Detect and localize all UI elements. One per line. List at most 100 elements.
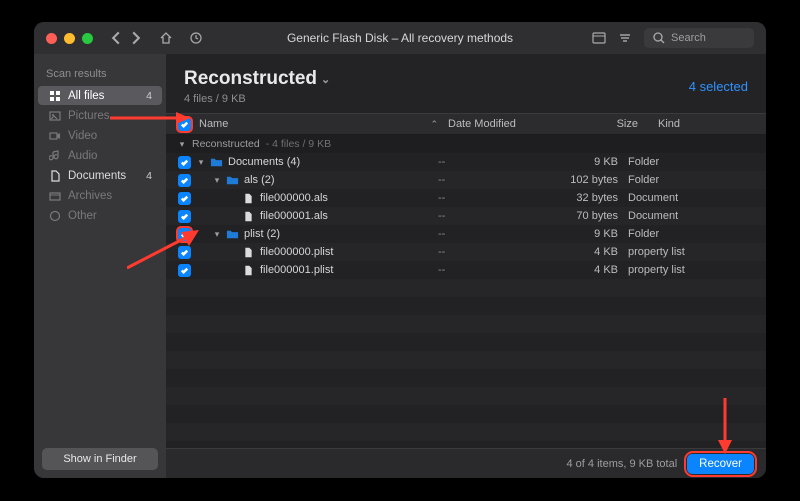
filter-icon[interactable] <box>618 31 632 45</box>
row-kind: property list <box>618 264 754 276</box>
page-title[interactable]: Reconstructed ⌄ <box>184 68 330 90</box>
file-icon <box>242 210 255 223</box>
window-title: Generic Flash Disk – All recovery method… <box>287 31 513 45</box>
app-window: Generic Flash Disk – All recovery method… <box>34 22 766 478</box>
search-placeholder: Search <box>671 32 706 44</box>
table-row[interactable]: ▾Documents (4)--9 KBFolder <box>166 153 766 171</box>
sidebar: Scan results All files 4 Pictures Video Audi… <box>34 54 166 478</box>
row-size: 4 KB <box>538 264 618 276</box>
sidebar-item-label: Other <box>68 210 97 222</box>
empty-row <box>166 405 766 423</box>
search-field[interactable]: Search <box>644 28 754 48</box>
col-name[interactable]: Name <box>199 118 228 130</box>
sidebar-item-count: 4 <box>146 170 152 182</box>
nav-forward-icon[interactable] <box>129 31 143 45</box>
row-name: als (2) <box>244 174 275 186</box>
sidebar-item-label: All files <box>68 90 104 102</box>
sidebar-item-archives[interactable]: Archives <box>38 186 162 205</box>
zoom-window[interactable] <box>82 33 93 44</box>
status-text: 4 of 4 items, 9 KB total <box>567 458 678 470</box>
row-date: -- <box>438 174 538 186</box>
disclosure-icon[interactable]: ▾ <box>197 157 205 168</box>
sidebar-item-label: Video <box>68 130 97 142</box>
folder-icon <box>226 228 239 241</box>
row-date: -- <box>438 156 538 168</box>
grid-icon <box>48 89 61 102</box>
row-size: 32 bytes <box>538 192 618 204</box>
row-date: -- <box>438 228 538 240</box>
folder-icon <box>226 174 239 187</box>
sidebar-item-label: Audio <box>68 150 97 162</box>
row-kind: property list <box>618 246 754 258</box>
row-kind: Folder <box>618 174 754 186</box>
other-icon <box>48 209 61 222</box>
row-checkbox[interactable] <box>178 264 191 277</box>
table-row[interactable]: ▾ plist (2) --9 KBFolder <box>166 225 766 243</box>
col-size[interactable]: Size <box>558 118 638 130</box>
row-kind: Document <box>618 192 754 204</box>
minimize-window[interactable] <box>64 33 75 44</box>
sidebar-item-pictures[interactable]: Pictures <box>38 106 162 125</box>
view-mode-icon[interactable] <box>592 31 606 45</box>
row-kind: Folder <box>618 228 754 240</box>
archive-icon <box>48 189 61 202</box>
col-kind[interactable]: Kind <box>648 118 754 130</box>
sidebar-item-count: 4 <box>146 90 152 102</box>
table-header: Name ⌃ Date Modified Size Kind <box>166 113 766 135</box>
empty-row <box>166 351 766 369</box>
row-checkbox[interactable] <box>178 228 191 241</box>
row-checkbox[interactable] <box>178 210 191 223</box>
sidebar-item-video[interactable]: Video <box>38 126 162 145</box>
file-icon <box>242 246 255 259</box>
table-row[interactable]: file000001.plist --4 KBproperty list <box>166 261 766 279</box>
show-in-finder-button[interactable]: Show in Finder <box>42 448 158 470</box>
disclosure-icon[interactable]: ▾ <box>213 175 221 186</box>
file-icon <box>242 192 255 205</box>
col-date[interactable]: Date Modified <box>448 118 548 130</box>
row-name: file000001.als <box>260 210 328 222</box>
sidebar-item-label: Documents <box>68 170 126 182</box>
row-size: 4 KB <box>538 246 618 258</box>
footer-bar: 4 of 4 items, 9 KB total Recover <box>166 448 766 478</box>
disclosure-icon[interactable]: ▾ <box>213 229 221 240</box>
folder-icon <box>210 156 223 169</box>
group-header[interactable]: ▾ Reconstructed - 4 files / 9 KB <box>166 135 766 153</box>
row-checkbox[interactable] <box>178 174 191 187</box>
row-kind: Folder <box>618 156 754 168</box>
chevron-down-icon: ⌄ <box>321 73 330 86</box>
row-size: 9 KB <box>538 228 618 240</box>
sidebar-heading: Scan results <box>34 54 166 86</box>
row-checkbox[interactable] <box>178 246 191 259</box>
sidebar-item-documents[interactable]: Documents 4 <box>38 166 162 185</box>
row-name: file000001.plist <box>260 264 333 276</box>
file-icon <box>242 264 255 277</box>
sort-caret-icon: ⌃ <box>430 119 438 130</box>
table-row[interactable]: file000001.als--70 bytesDocument <box>166 207 766 225</box>
row-date: -- <box>438 246 538 258</box>
video-icon <box>48 129 61 142</box>
row-checkbox[interactable] <box>178 192 191 205</box>
sidebar-item-other[interactable]: Other <box>38 206 162 225</box>
row-date: -- <box>438 210 538 222</box>
history-icon[interactable] <box>189 31 203 45</box>
page-subtitle: 4 files / 9 KB <box>184 93 330 105</box>
nav-back-icon[interactable] <box>109 31 123 45</box>
sidebar-item-all-files[interactable]: All files 4 <box>38 86 162 105</box>
empty-row <box>166 297 766 315</box>
table-row[interactable]: file000000.plist--4 KBproperty list <box>166 243 766 261</box>
row-date: -- <box>438 264 538 276</box>
disclosure-icon: ▾ <box>178 139 186 150</box>
home-icon[interactable] <box>159 31 173 45</box>
row-checkbox[interactable] <box>178 156 191 169</box>
sidebar-item-audio[interactable]: Audio <box>38 146 162 165</box>
row-size: 9 KB <box>538 156 618 168</box>
table-row[interactable]: ▾als (2)--102 bytesFolder <box>166 171 766 189</box>
empty-row <box>166 387 766 405</box>
recover-button[interactable]: Recover <box>687 454 754 474</box>
row-name: plist (2) <box>244 228 280 240</box>
close-window[interactable] <box>46 33 57 44</box>
select-all-checkbox[interactable] <box>178 118 191 131</box>
row-date: -- <box>438 192 538 204</box>
table-row[interactable]: file000000.als--32 bytesDocument <box>166 189 766 207</box>
empty-row <box>166 279 766 297</box>
